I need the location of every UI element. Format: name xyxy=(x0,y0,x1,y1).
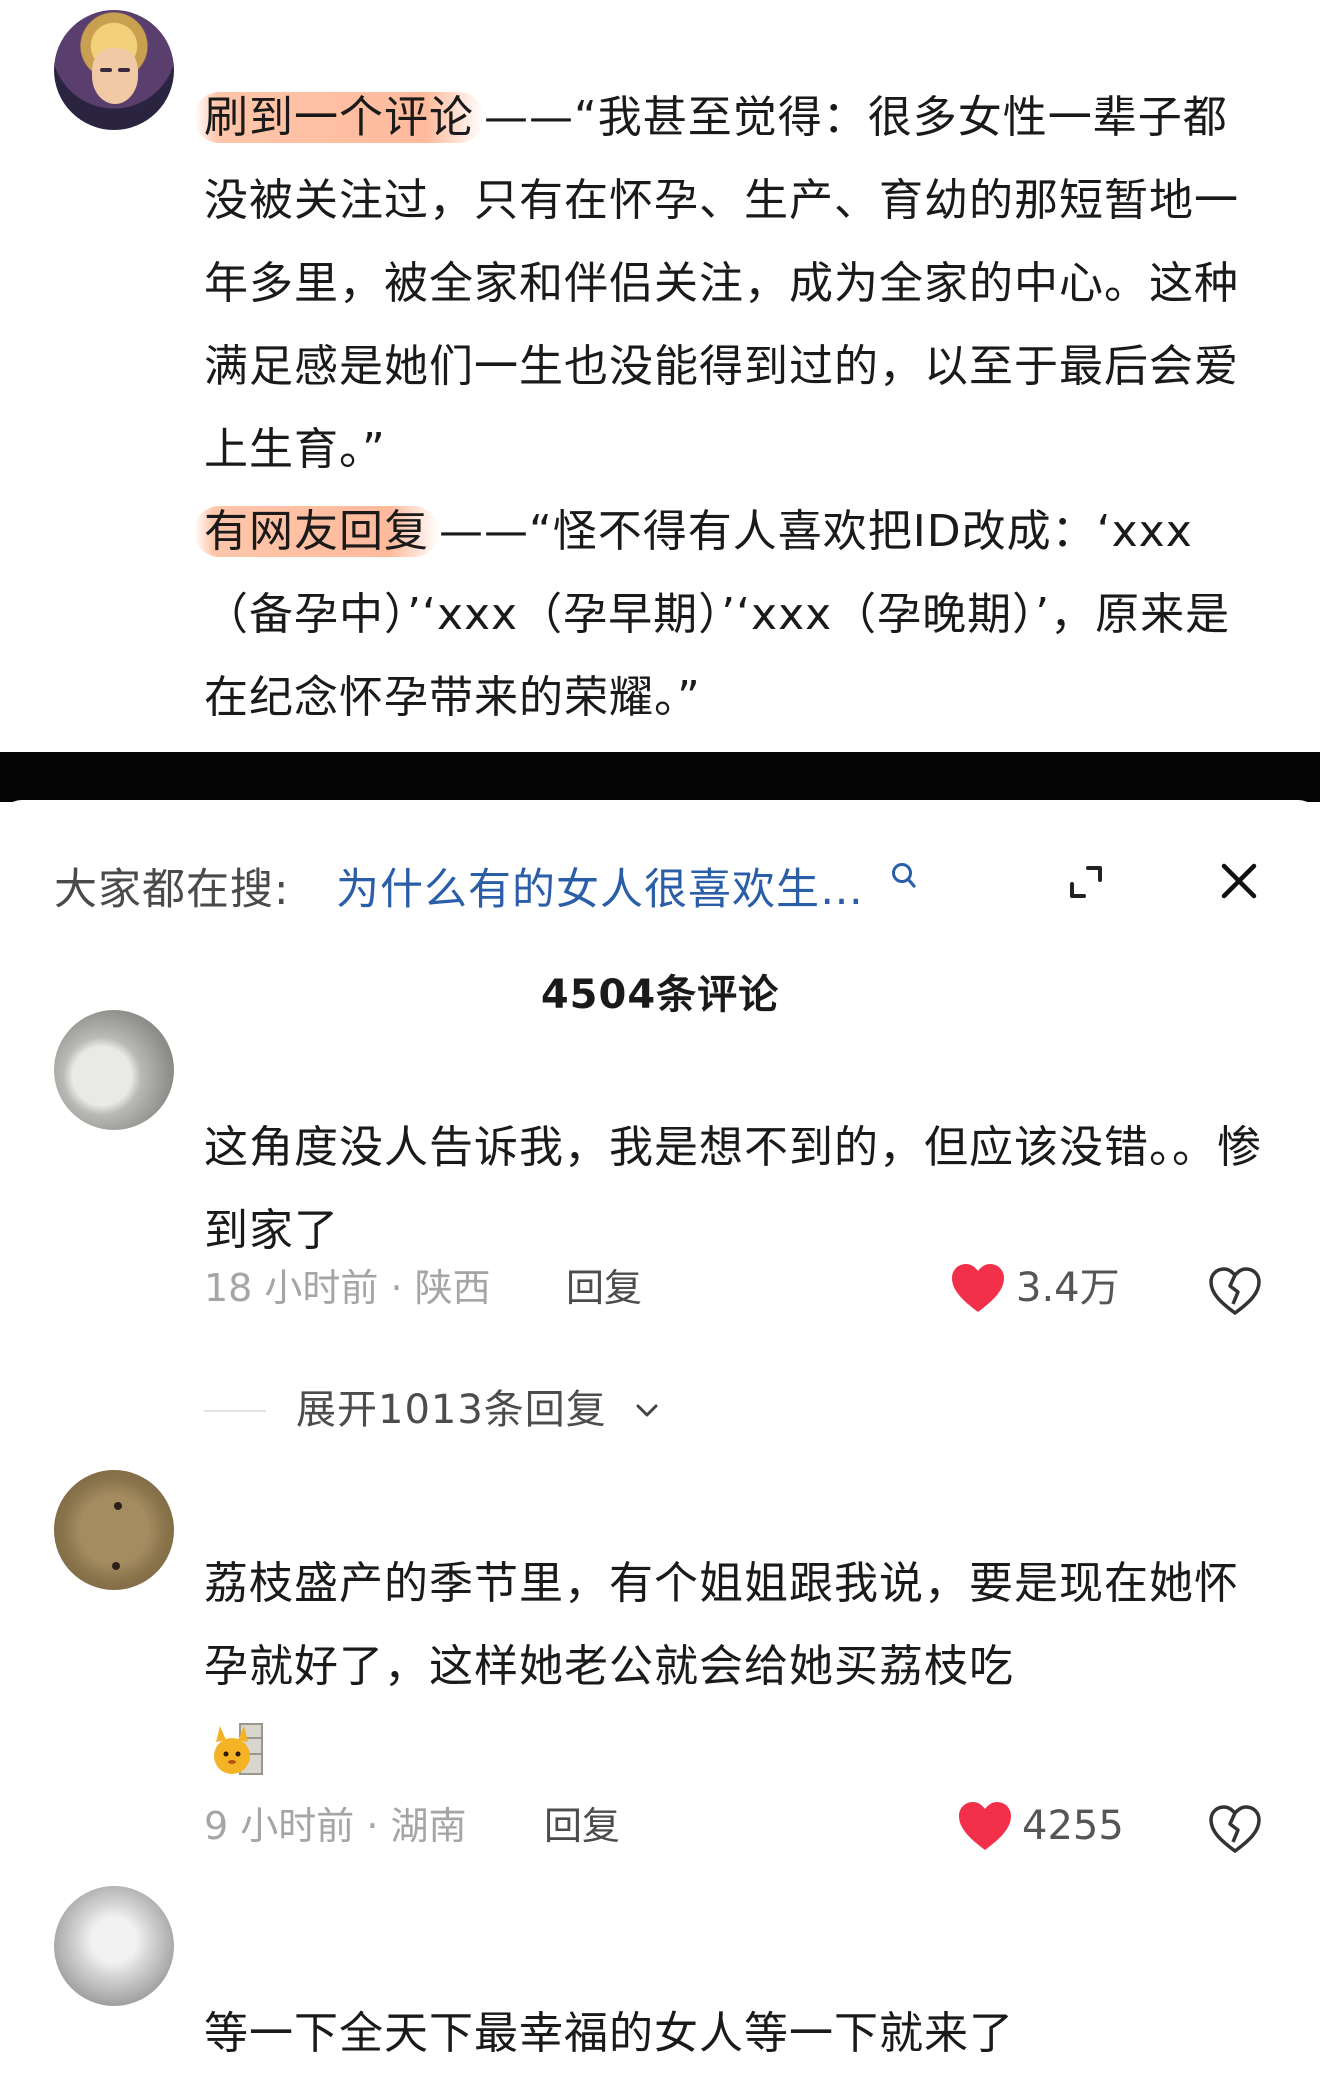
comment-text: 荔枝盛产的季节里，有个姐姐跟我说，要是现在她怀孕就好了，这样她老公就会给她买荔枝… xyxy=(204,1558,1239,1692)
divider-band xyxy=(0,752,1320,802)
expand-replies-label: 展开1013条回复 xyxy=(296,1387,607,1433)
expand-icon[interactable] xyxy=(1066,862,1106,902)
comment-text: 等一下全天下最幸福的女人等一下就来了 xyxy=(204,2008,1014,2059)
search-icon[interactable] xyxy=(889,861,919,895)
avatar[interactable] xyxy=(54,1010,174,1130)
like-count: 3.4万 xyxy=(1016,1265,1120,1311)
expand-replies-button[interactable]: 展开1013条回复 xyxy=(204,1380,804,1440)
avatar[interactable] xyxy=(54,10,174,130)
heart-icon[interactable] xyxy=(950,1262,1006,1314)
divider xyxy=(204,1410,266,1412)
broken-heart-icon[interactable] xyxy=(1208,1266,1262,1316)
post-paragraph-text: ——“我甚至觉得：很多女性一辈子都没被关注过，只有在怀孕、生产、育幼的那短暂地一… xyxy=(204,92,1239,475)
comment-count: 4504条评论 xyxy=(540,972,780,1018)
post-paragraph: 有网友回复 ——“怪不得有人喜欢把ID改成：‘xxx（备孕中）’‘xxx（孕早期）… xyxy=(194,490,1254,739)
close-icon[interactable] xyxy=(1216,858,1262,904)
reply-button[interactable]: 回复 xyxy=(544,1796,620,1856)
comment-meta: 18 小时前 · 陕西 xyxy=(204,1266,491,1310)
highlighted-phrase: 刷到一个评论 xyxy=(194,92,484,143)
heart-icon[interactable] xyxy=(957,1800,1013,1852)
comment-text: 这角度没人告诉我，我是想不到的，但应该没错。。惨到家了 xyxy=(204,1122,1262,1256)
search-prefix: 大家都在搜: xyxy=(54,865,290,915)
reply-button[interactable]: 回复 xyxy=(566,1258,642,1318)
avatar[interactable] xyxy=(54,1470,174,1590)
highlighted-phrase: 有网友回复 xyxy=(194,506,439,557)
broken-heart-icon[interactable] xyxy=(1208,1804,1262,1854)
search-query-link[interactable]: 为什么有的女人很喜欢生… xyxy=(336,855,919,925)
comment-meta: 9 小时前 · 湖南 xyxy=(204,1804,467,1848)
emoji-sticker-icon xyxy=(214,1723,263,1775)
quoted-post: 刷到一个评论 ——“我甚至觉得：很多女性一辈子都没被关注过，只有在怀孕、生产、育幼… xyxy=(0,0,1320,752)
avatar[interactable] xyxy=(54,1886,174,2006)
chevron-down-icon xyxy=(636,1404,658,1417)
post-paragraph: 刷到一个评论 ——“我甚至觉得：很多女性一辈子都没被关注过，只有在怀孕、生产、育幼… xyxy=(194,76,1254,491)
like-count: 4255 xyxy=(1022,1803,1124,1849)
